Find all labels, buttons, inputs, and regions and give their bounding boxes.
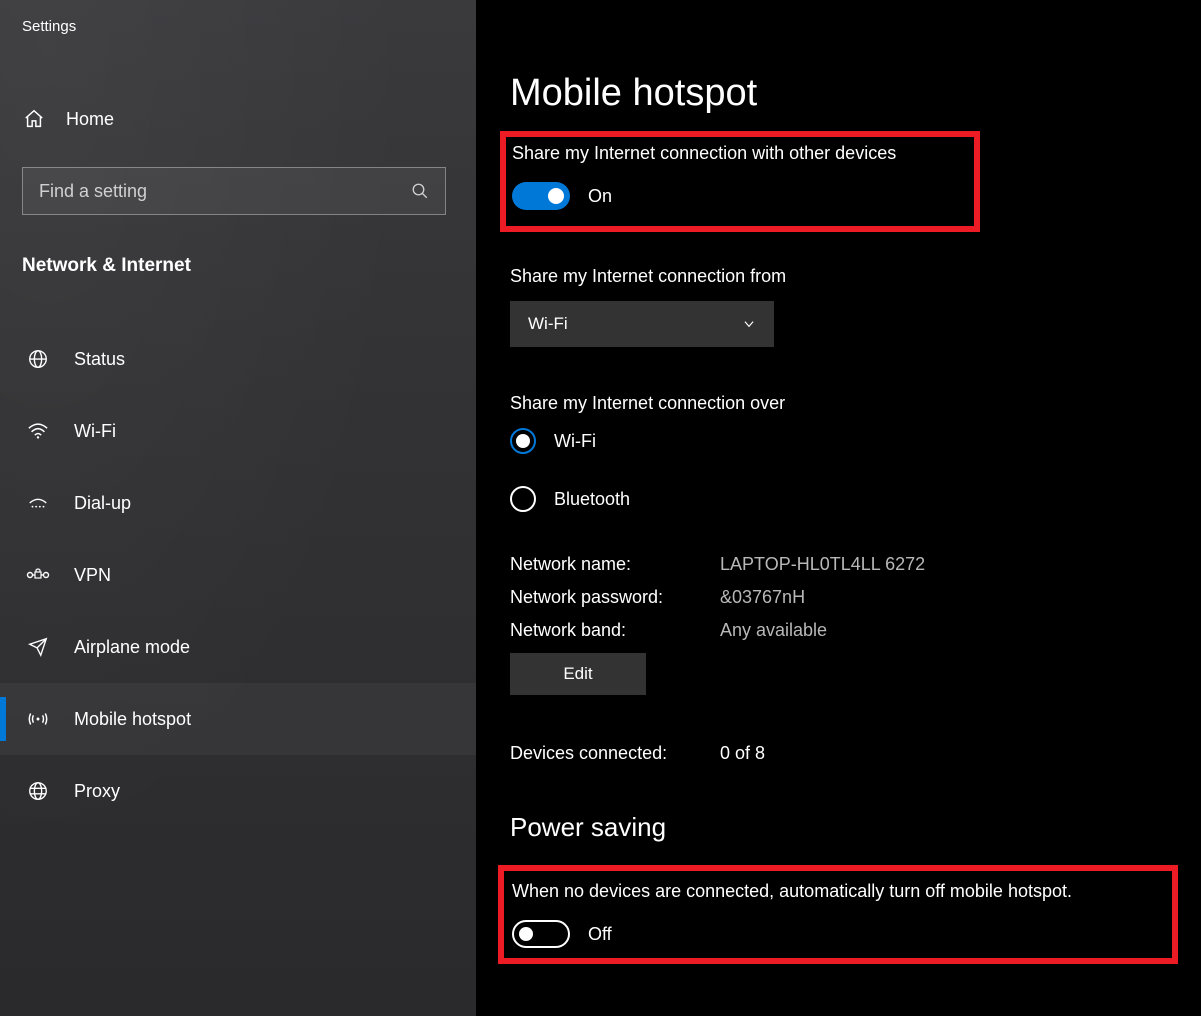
edit-button[interactable]: Edit	[510, 653, 646, 695]
wifi-icon	[26, 421, 50, 441]
sidebar-item-label: Airplane mode	[74, 637, 190, 658]
chevron-down-icon	[742, 317, 756, 331]
hotspot-icon	[26, 708, 50, 730]
home-icon	[22, 108, 46, 130]
sidebar-item-mobile-hotspot[interactable]: Mobile hotspot	[0, 683, 476, 755]
devices-connected-row: Devices connected: 0 of 8	[510, 743, 1201, 764]
share-over-radio-group: Wi-Fi Bluetooth	[510, 428, 1201, 512]
radio-input[interactable]	[510, 428, 536, 454]
share-from-label: Share my Internet connection from	[510, 266, 1201, 287]
nav-list: Status Wi-Fi	[0, 323, 476, 827]
app-title: Settings	[0, 0, 476, 49]
main-content: Mobile hotspot Share my Internet connect…	[476, 0, 1201, 1016]
toggle-knob	[519, 927, 533, 941]
proxy-icon	[26, 780, 50, 802]
devices-connected-label: Devices connected:	[510, 743, 720, 764]
sidebar-item-wifi[interactable]: Wi-Fi	[0, 395, 476, 467]
search-placeholder: Find a setting	[39, 181, 147, 202]
section-label: Network & Internet	[0, 225, 476, 295]
share-over-label: Share my Internet connection over	[510, 393, 1201, 414]
dialup-icon	[26, 493, 50, 513]
sidebar-item-label: VPN	[74, 565, 111, 586]
vpn-icon	[26, 566, 50, 584]
page-title: Mobile hotspot	[510, 72, 1201, 115]
share-from-selected: Wi-Fi	[528, 314, 568, 334]
power-saving-toggle-state: Off	[588, 924, 612, 945]
network-band-value: Any available	[720, 620, 1201, 641]
share-toggle[interactable]	[512, 182, 570, 210]
sidebar-item-status[interactable]: Status	[0, 323, 476, 395]
radio-option-bluetooth[interactable]: Bluetooth	[510, 486, 1201, 512]
radio-label: Wi-Fi	[554, 431, 596, 452]
sidebar-item-dialup[interactable]: Dial-up	[0, 467, 476, 539]
sidebar-item-vpn[interactable]: VPN	[0, 539, 476, 611]
radio-label: Bluetooth	[554, 489, 630, 510]
sidebar-item-label: Wi-Fi	[74, 421, 116, 442]
network-band-label: Network band:	[510, 620, 720, 641]
sidebar-home[interactable]: Home	[0, 91, 476, 147]
power-saving-toggle[interactable]	[512, 920, 570, 948]
sidebar-home-label: Home	[66, 109, 114, 130]
search-icon	[411, 182, 429, 200]
share-from-dropdown[interactable]: Wi-Fi	[510, 301, 774, 347]
sidebar-item-airplane[interactable]: Airplane mode	[0, 611, 476, 683]
radio-option-wifi[interactable]: Wi-Fi	[510, 428, 1201, 454]
network-name-label: Network name:	[510, 554, 720, 575]
power-saving-label: When no devices are connected, automatic…	[512, 881, 1160, 902]
sidebar-item-label: Status	[74, 349, 125, 370]
sidebar-item-label: Proxy	[74, 781, 120, 802]
sidebar-item-label: Dial-up	[74, 493, 131, 514]
annotation-highlight-share: Share my Internet connection with other …	[500, 131, 980, 232]
sidebar-item-proxy[interactable]: Proxy	[0, 755, 476, 827]
network-password-value: &03767nH	[720, 587, 1201, 608]
toggle-knob	[548, 188, 564, 204]
devices-connected-value: 0 of 8	[720, 743, 1201, 764]
share-toggle-state: On	[588, 186, 612, 207]
globe-icon	[26, 348, 50, 370]
power-saving-heading: Power saving	[510, 812, 1201, 843]
sidebar: Settings Home Find a setting Network & I…	[0, 0, 476, 1016]
search-input[interactable]: Find a setting	[22, 167, 446, 215]
network-name-value: LAPTOP-HL0TL4LL 6272	[720, 554, 1201, 575]
network-info-grid: Network name: LAPTOP-HL0TL4LL 6272 Netwo…	[510, 554, 1201, 641]
network-password-label: Network password:	[510, 587, 720, 608]
share-toggle-label: Share my Internet connection with other …	[512, 143, 964, 164]
radio-input[interactable]	[510, 486, 536, 512]
airplane-icon	[26, 636, 50, 658]
sidebar-item-label: Mobile hotspot	[74, 709, 191, 730]
annotation-highlight-power-saving: When no devices are connected, automatic…	[498, 865, 1178, 964]
